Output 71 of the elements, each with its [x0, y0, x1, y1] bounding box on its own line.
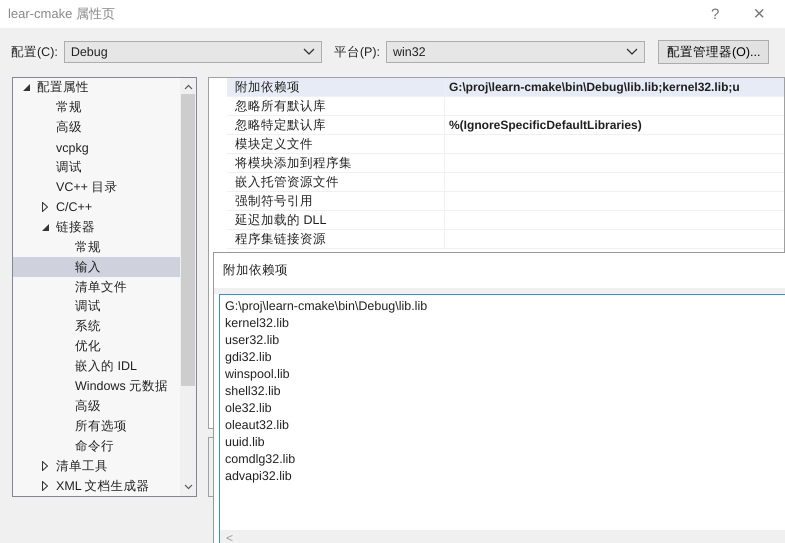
tree-item[interactable]: 系统 — [13, 316, 180, 337]
tree-item[interactable]: 调试 — [13, 296, 180, 317]
platform-dropdown[interactable]: win32 — [386, 41, 645, 63]
help-button[interactable]: ? — [700, 0, 730, 28]
property-row[interactable]: 延迟加载的 DLL — [227, 211, 784, 230]
text-line: ole32.lib — [225, 400, 273, 417]
tree-item[interactable]: Windows 元数据 — [13, 376, 180, 396]
property-row[interactable]: 忽略所有默认库 — [227, 97, 784, 116]
window-title: lear-cmake 属性页 — [8, 5, 115, 23]
text-line: gdi32.lib — [225, 349, 273, 366]
text-line: G:\proj\learn-cmake\bin\Debug\lib.lib — [225, 298, 428, 315]
text-line: comdlg32.lib — [225, 451, 296, 468]
tree-item[interactable]: C/C++ — [13, 197, 180, 218]
property-value: %(IgnoreSpecificDefaultLibraries) — [449, 118, 642, 132]
property-name: 将模块添加到程序集 — [227, 154, 445, 172]
platform-label: 平台(P): — [334, 44, 380, 60]
tree-item[interactable]: 调试 — [13, 158, 180, 178]
expanded-triangle-icon[interactable] — [42, 224, 49, 231]
property-name: 忽略特定默认库 — [227, 116, 445, 134]
property-name: 忽略所有默认库 — [227, 97, 445, 115]
scroll-up-icon[interactable] — [184, 84, 192, 90]
dialog-title: 附加依赖项 — [222, 262, 289, 279]
text-line: winspool.lib — [225, 366, 291, 383]
property-row[interactable]: 模块定义文件 — [227, 135, 784, 154]
tree-item[interactable]: 所有选项 — [13, 416, 180, 436]
property-name: 程序集链接资源 — [227, 230, 445, 248]
property-row[interactable]: 将模块添加到程序集 — [227, 154, 784, 173]
configuration-dropdown[interactable]: Debug — [64, 41, 322, 63]
tree-item[interactable]: 命令行 — [13, 436, 180, 456]
text-line: oleaut32.lib — [225, 417, 290, 434]
text-line: shell32.lib — [225, 383, 282, 400]
text-line: advapi32.lib — [225, 468, 293, 485]
property-row[interactable]: 强制符号引用 — [227, 192, 784, 211]
property-name: 强制符号引用 — [227, 192, 445, 210]
tree-item[interactable]: vcpkg — [13, 138, 180, 158]
tree-item[interactable]: XML 文档生成器 — [13, 476, 180, 496]
property-row[interactable]: 忽略特定默认库 %(IgnoreSpecificDefaultLibraries) — [227, 116, 784, 135]
tree-item[interactable]: 清单文件 — [13, 277, 180, 297]
tree-item[interactable]: 链接器 — [13, 217, 180, 238]
tree-item[interactable]: 嵌入的 IDL — [13, 356, 180, 377]
collapsed-triangle-icon[interactable] — [42, 461, 48, 472]
property-name: 附加依赖项 — [227, 78, 445, 96]
close-button[interactable]: × — [743, 0, 775, 28]
scroll-down-icon[interactable] — [184, 484, 192, 490]
tree-item[interactable]: 高级 — [13, 118, 180, 138]
tree-item[interactable]: 高级 — [13, 396, 180, 416]
tree-item[interactable]: 输入 — [13, 257, 180, 278]
property-row[interactable]: 嵌入托管资源文件 — [227, 173, 784, 192]
tree-item[interactable]: 优化 — [13, 336, 180, 357]
tree-item[interactable]: 清单工具 — [13, 456, 180, 476]
configuration-manager-button[interactable]: 配置管理器(O)... — [658, 40, 770, 64]
chevron-down-icon — [302, 48, 315, 56]
expanded-triangle-icon[interactable] — [23, 84, 30, 92]
property-name: 模块定义文件 — [227, 135, 445, 153]
property-row[interactable]: 程序集链接资源 — [227, 230, 784, 249]
tree-item[interactable]: 常规 — [13, 237, 180, 258]
chevron-down-icon — [626, 48, 638, 56]
scrollbar[interactable] — [180, 78, 196, 496]
property-row[interactable]: 附加依赖项 G:\proj\learn-cmake\bin\Debug\lib.lib;kernel32.lib;u — [227, 78, 784, 97]
text-line: user32.lib — [225, 332, 280, 349]
collapsed-triangle-icon[interactable] — [42, 481, 48, 492]
text-line: kernel32.lib — [225, 315, 290, 332]
property-name: 延迟加载的 DLL — [227, 211, 445, 229]
text-line: uuid.lib — [225, 434, 266, 451]
configuration-label: 配置(C): — [11, 44, 58, 60]
tree-item[interactable]: 配置属性 — [13, 78, 180, 98]
collapsed-triangle-icon[interactable] — [42, 202, 48, 212]
property-name: 嵌入托管资源文件 — [227, 173, 445, 191]
tree-item[interactable]: 常规 — [13, 98, 180, 118]
tree-item[interactable]: VC++ 目录 — [13, 178, 180, 198]
property-value: G:\proj\learn-cmake\bin\Debug\lib.lib;kernel32.lib;u — [449, 80, 740, 94]
